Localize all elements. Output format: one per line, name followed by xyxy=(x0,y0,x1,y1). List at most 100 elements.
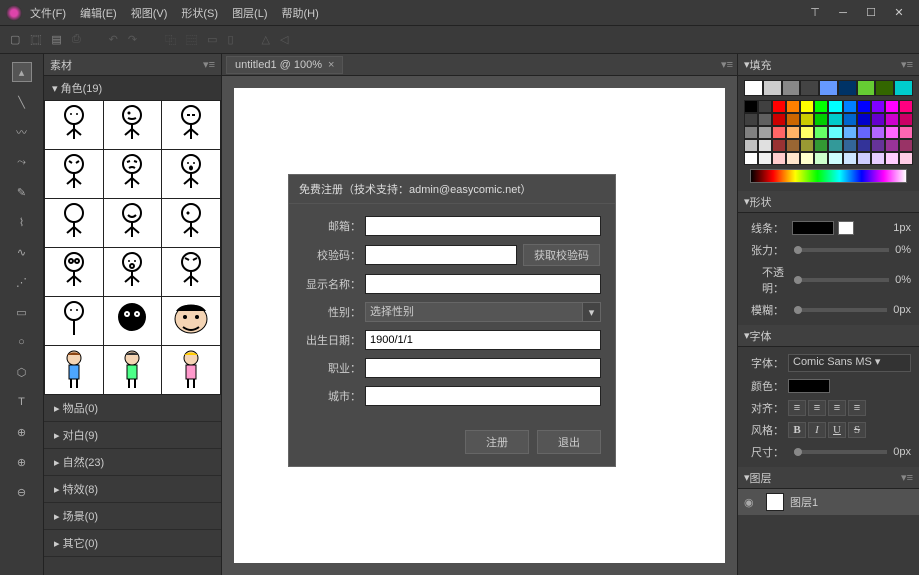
rect-tool[interactable]: ▭ xyxy=(12,302,32,322)
birthday-field[interactable] xyxy=(365,330,601,350)
tab-close-icon[interactable]: × xyxy=(328,59,334,71)
color-swatch[interactable] xyxy=(843,113,857,126)
color-swatch[interactable] xyxy=(758,126,772,139)
open-file-icon[interactable]: ⿴ xyxy=(30,32,41,48)
color-swatch[interactable] xyxy=(772,100,786,113)
underline-button[interactable]: U xyxy=(828,422,846,438)
panel-menu-icon[interactable]: ▾≡ xyxy=(901,58,913,71)
color-swatch[interactable] xyxy=(814,139,828,152)
fill-presets[interactable] xyxy=(744,80,913,96)
color-swatch[interactable] xyxy=(899,152,913,165)
role-item[interactable] xyxy=(104,101,162,149)
tab-menu-icon[interactable]: ▾≡ xyxy=(721,58,733,71)
color-swatch[interactable] xyxy=(885,152,899,165)
group-icon[interactable]: ⿻ xyxy=(165,32,176,48)
strike-button[interactable]: S xyxy=(848,422,866,438)
color-swatch[interactable] xyxy=(786,139,800,152)
color-swatch[interactable] xyxy=(786,126,800,139)
color-swatch[interactable] xyxy=(843,139,857,152)
panel-menu-icon[interactable]: ▾≡ xyxy=(901,471,913,484)
pin-icon[interactable]: ⊤ xyxy=(801,3,829,23)
color-swatch[interactable] xyxy=(871,113,885,126)
pen-tool[interactable]: ✎ xyxy=(12,182,32,202)
blur-slider[interactable] xyxy=(794,308,887,312)
role-item[interactable] xyxy=(104,297,162,345)
color-swatch[interactable] xyxy=(772,126,786,139)
color-swatch[interactable] xyxy=(814,126,828,139)
polyline-tool[interactable]: ⬡ xyxy=(12,362,32,382)
fill-preset[interactable] xyxy=(857,80,876,96)
fill-preset[interactable] xyxy=(875,80,894,96)
role-item[interactable] xyxy=(162,297,220,345)
color-swatch[interactable] xyxy=(885,100,899,113)
role-item[interactable] xyxy=(162,199,220,247)
register-button[interactable]: 注册 xyxy=(465,430,529,454)
color-swatch[interactable] xyxy=(899,113,913,126)
nickname-field[interactable] xyxy=(365,274,601,294)
color-swatch[interactable] xyxy=(885,139,899,152)
cat-other[interactable]: ▸ 其它(0) xyxy=(44,530,221,557)
role-item[interactable] xyxy=(162,150,220,198)
exit-button[interactable]: 退出 xyxy=(537,430,601,454)
role-item[interactable] xyxy=(162,346,220,394)
cat-role[interactable]: ▾ 角色(19) xyxy=(44,76,221,100)
fill-preset[interactable] xyxy=(763,80,782,96)
city-field[interactable] xyxy=(365,386,601,406)
fill-preset[interactable] xyxy=(744,80,763,96)
flip-h-icon[interactable]: △ xyxy=(262,33,270,46)
fill-preset[interactable] xyxy=(819,80,838,96)
role-item[interactable] xyxy=(104,346,162,394)
get-code-button[interactable]: 获取校验码 xyxy=(523,244,600,266)
color-swatch[interactable] xyxy=(814,113,828,126)
color-swatch[interactable] xyxy=(871,100,885,113)
role-item[interactable] xyxy=(104,248,162,296)
color-swatch[interactable] xyxy=(772,139,786,152)
color-swatch[interactable] xyxy=(758,152,772,165)
role-item[interactable] xyxy=(45,248,103,296)
freehand-tool[interactable]: ∿ xyxy=(12,242,32,262)
redo-icon[interactable]: ↷ xyxy=(128,33,137,46)
fill-preset[interactable] xyxy=(838,80,857,96)
layer-row[interactable]: ◉ 图层1 xyxy=(738,489,919,515)
color-swatch[interactable] xyxy=(899,100,913,113)
email-field[interactable] xyxy=(365,216,601,236)
cat-nature[interactable]: ▸ 自然(23) xyxy=(44,449,221,476)
back-icon[interactable]: ▯ xyxy=(227,33,233,46)
new-file-icon[interactable]: ▢ xyxy=(10,33,20,46)
cat-effect[interactable]: ▸ 特效(8) xyxy=(44,476,221,503)
color-swatch[interactable] xyxy=(744,126,758,139)
role-item[interactable] xyxy=(104,150,162,198)
ungroup-icon[interactable]: ⿳ xyxy=(186,32,197,48)
role-item[interactable] xyxy=(45,150,103,198)
color-swatch[interactable] xyxy=(786,100,800,113)
color-swatch[interactable] xyxy=(871,139,885,152)
role-item[interactable] xyxy=(45,346,103,394)
color-swatch[interactable] xyxy=(744,139,758,152)
minimize-icon[interactable]: ─ xyxy=(829,3,857,23)
stroke-style[interactable] xyxy=(838,221,854,235)
color-swatch[interactable] xyxy=(857,113,871,126)
color-swatch[interactable] xyxy=(828,152,842,165)
role-item[interactable] xyxy=(45,297,103,345)
color-swatch[interactable] xyxy=(744,100,758,113)
maximize-icon[interactable]: ☐ xyxy=(857,3,885,23)
menu-shape[interactable]: 形状(S) xyxy=(181,5,218,21)
color-swatch[interactable] xyxy=(786,113,800,126)
visibility-icon[interactable]: ◉ xyxy=(744,496,760,509)
spline-tool[interactable]: ⋰ xyxy=(12,272,32,292)
path-tool[interactable]: ⤳ xyxy=(12,152,32,172)
panel-menu-icon[interactable]: ▾≡ xyxy=(203,58,215,71)
color-swatch[interactable] xyxy=(800,126,814,139)
color-swatch[interactable] xyxy=(800,113,814,126)
role-item[interactable] xyxy=(45,199,103,247)
front-icon[interactable]: ▭ xyxy=(207,33,217,46)
color-swatch[interactable] xyxy=(800,139,814,152)
align-right-icon[interactable]: ≡ xyxy=(828,400,846,416)
color-swatch[interactable] xyxy=(871,152,885,165)
menu-edit[interactable]: 编辑(E) xyxy=(80,5,117,21)
cat-scene[interactable]: ▸ 场景(0) xyxy=(44,503,221,530)
align-center-icon[interactable]: ≡ xyxy=(808,400,826,416)
fill-preset[interactable] xyxy=(800,80,819,96)
size-slider[interactable] xyxy=(794,450,887,454)
color-swatch[interactable] xyxy=(885,126,899,139)
